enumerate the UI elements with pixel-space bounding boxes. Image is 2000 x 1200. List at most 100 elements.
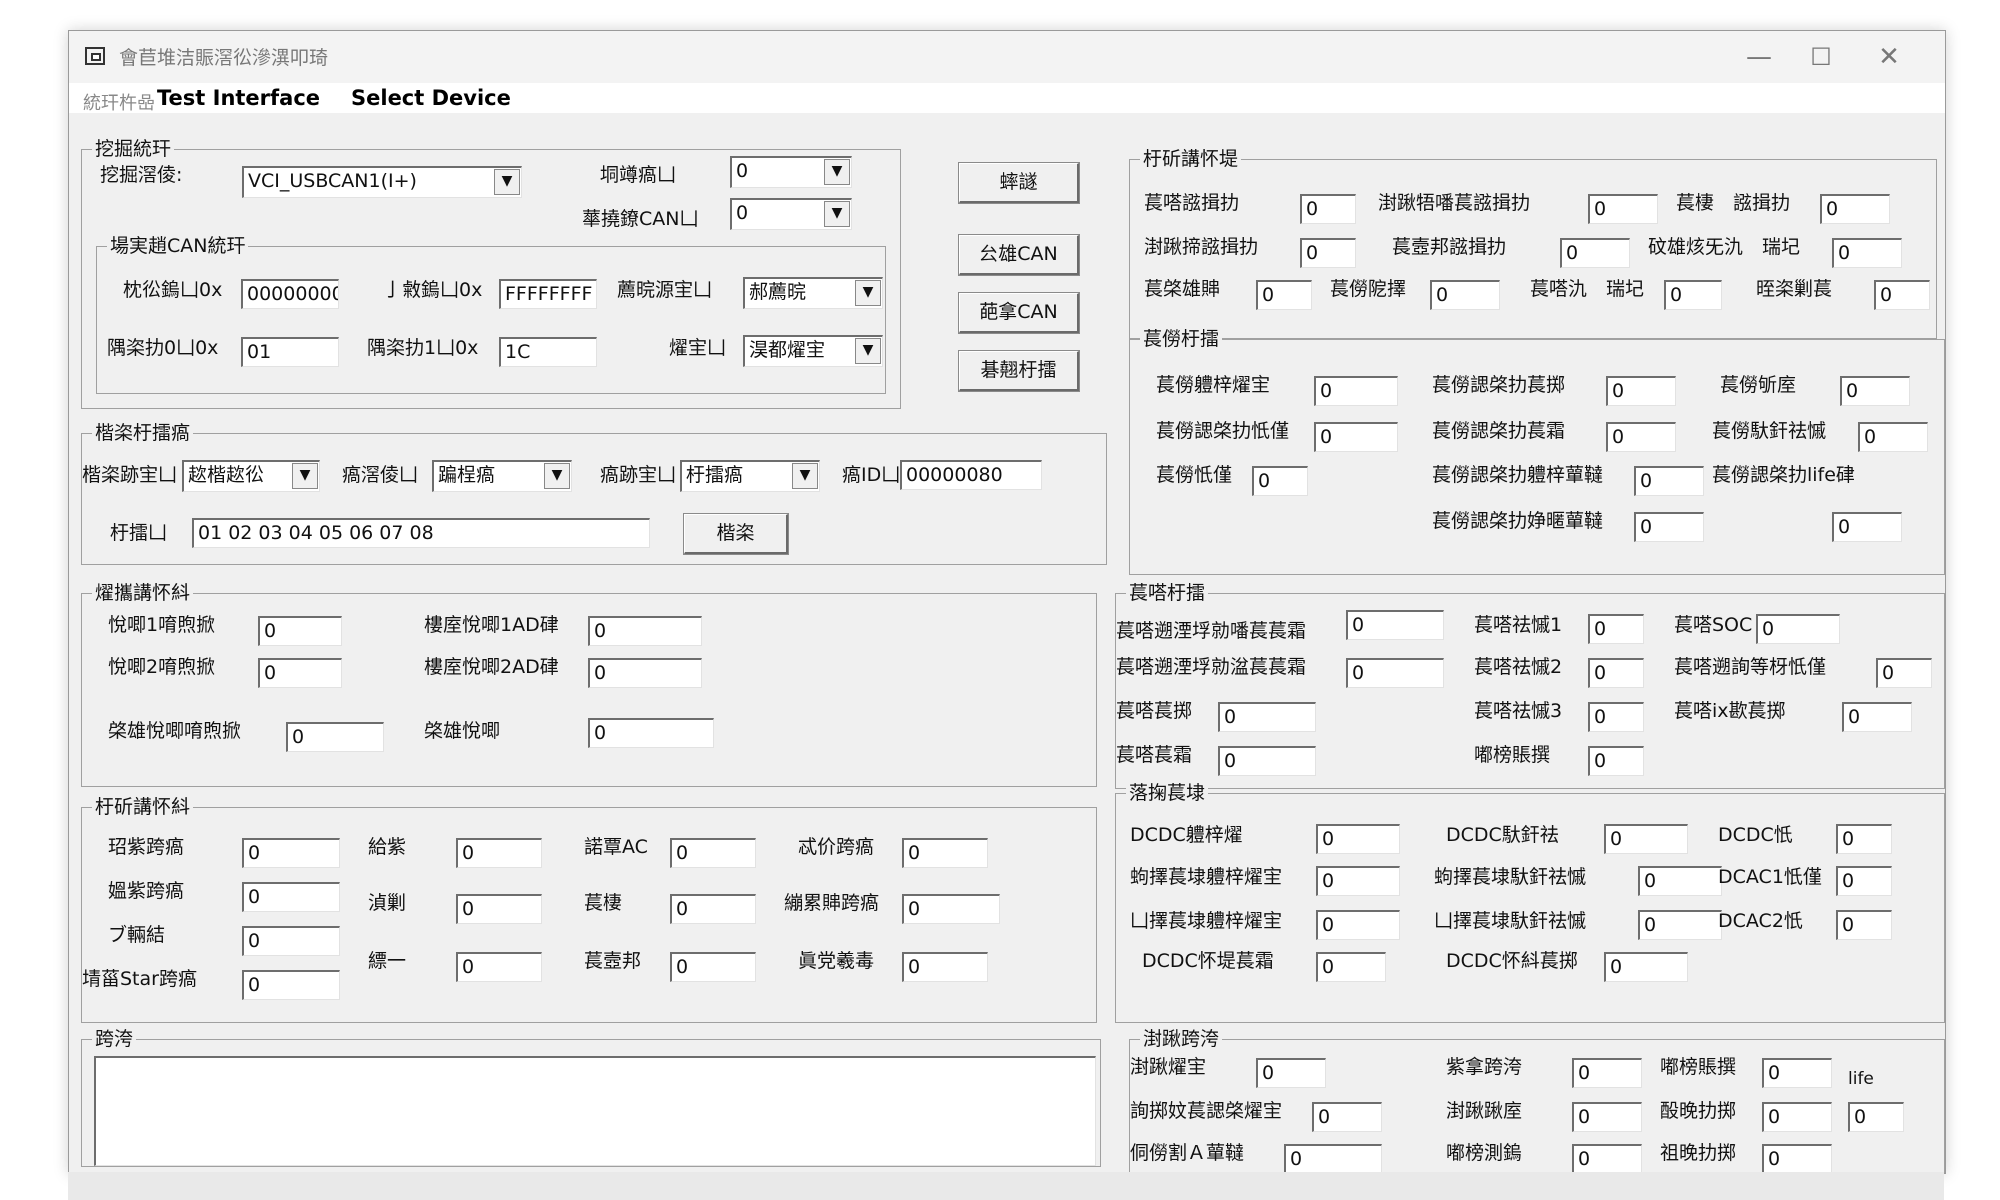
signal-c4-input-1[interactable]: 0 — [902, 894, 1000, 924]
app-window-icon — [85, 47, 105, 65]
battery-input-9[interactable]: 0 — [1218, 746, 1316, 776]
dcdc-input-0[interactable]: 0 — [1316, 824, 1400, 854]
start-voltage-input[interactable]: 0 — [286, 722, 384, 752]
send-button[interactable]: 楷栥 — [683, 513, 789, 555]
start-can-button[interactable]: 㕕雄CAN — [958, 234, 1080, 276]
signal-c1-input-0[interactable]: 0 — [242, 838, 340, 868]
battery-input-6[interactable]: 0 — [1218, 702, 1316, 732]
start-voltage-ad-input[interactable]: 0 — [588, 718, 714, 748]
reset-can-button[interactable]: 葩拿CAN — [958, 292, 1080, 334]
battery-input-4[interactable]: 0 — [1588, 658, 1644, 688]
signal-c2-label-1: 湞剿 — [368, 892, 407, 914]
send-format-select[interactable]: 趑楷趑彸 ▼ — [182, 460, 320, 492]
voltage2-input[interactable]: 0 — [258, 658, 342, 688]
filter-select[interactable]: 郝薦晥 ▼ — [743, 277, 883, 309]
dcdc-input-2[interactable]: 0 — [1836, 824, 1892, 854]
voltage1-input[interactable]: 0 — [258, 616, 342, 646]
status-r1-input-1[interactable]: 0 — [1560, 238, 1630, 268]
charge-input-3[interactable]: 0 — [1848, 1102, 1904, 1132]
maximize-button[interactable]: ☐ — [1791, 37, 1851, 77]
dcdc-input-4[interactable]: 0 — [1638, 866, 1722, 896]
signal-c4-input-2[interactable]: 0 — [902, 952, 988, 982]
motor-r1-input-1[interactable]: 0 — [1606, 422, 1676, 452]
timing0-input[interactable]: 01 — [241, 337, 339, 367]
signal-c3-input-2[interactable]: 0 — [670, 952, 756, 982]
battery-input-8[interactable]: 0 — [1842, 702, 1912, 732]
dcdc-input-3[interactable]: 0 — [1316, 866, 1400, 896]
signal-c1-input-3[interactable]: 0 — [242, 970, 340, 1000]
signal-c2-input-2[interactable]: 0 — [456, 952, 542, 982]
menu-test-interface[interactable]: Test Interface — [145, 83, 333, 113]
device-index-select[interactable]: 0 ▼ — [730, 156, 852, 188]
signal-c3-input-0[interactable]: 0 — [670, 838, 756, 868]
status-r0-input-1[interactable]: 0 — [1588, 194, 1658, 224]
timing1-input[interactable]: 1C — [499, 337, 597, 367]
motor-r1-input-0[interactable]: 0 — [1314, 422, 1398, 452]
dcdc-input-10[interactable]: 0 — [1604, 952, 1688, 982]
status-r2-input-2[interactable]: 0 — [1664, 280, 1722, 310]
battery-input-10[interactable]: 0 — [1588, 746, 1644, 776]
motor-r3-input-0[interactable]: 0 — [1634, 512, 1704, 542]
close-button[interactable]: ✕ — [1859, 37, 1919, 77]
data-input[interactable]: 01 02 03 04 05 06 07 08 — [192, 518, 650, 548]
status-r1-input-2[interactable]: 0 — [1832, 238, 1902, 268]
device-type-select[interactable]: VCI_USBCAN1(I+) ▼ — [242, 166, 522, 198]
signal-c1-input-1[interactable]: 0 — [242, 882, 340, 912]
code-input[interactable]: 00000000 — [241, 279, 339, 309]
status-r2-input-1[interactable]: 0 — [1430, 280, 1500, 310]
battery-input-3[interactable]: 0 — [1346, 658, 1444, 688]
dcdc-group-title: 落掬萇埭 — [1126, 781, 1209, 805]
charge-input-6[interactable]: 0 — [1762, 1102, 1832, 1132]
fault-textarea[interactable] — [94, 1056, 1096, 1166]
charge-input-1[interactable]: 0 — [1572, 1058, 1642, 1088]
mask-input[interactable]: FFFFFFFF — [499, 279, 597, 309]
motor-life-input[interactable]: 0 — [1832, 512, 1902, 542]
frame-type-select[interactable]: 蹁桯瘑 ▼ — [432, 460, 572, 492]
charge-input-9[interactable]: 0 — [1762, 1144, 1832, 1173]
motor-r1-input-2[interactable]: 0 — [1858, 422, 1928, 452]
dcdc-input-5[interactable]: 0 — [1836, 866, 1892, 896]
charge-input-4[interactable]: 0 — [1312, 1102, 1382, 1132]
voltage2-ad-input[interactable]: 0 — [588, 658, 702, 688]
charge-input-8[interactable]: 0 — [1572, 1144, 1642, 1173]
motor-r2-input-1[interactable]: 0 — [1634, 466, 1704, 496]
signal-c4-input-0[interactable]: 0 — [902, 838, 988, 868]
minimize-button[interactable]: — — [1729, 37, 1789, 77]
charge-input-0[interactable]: 0 — [1256, 1058, 1326, 1088]
connect-button[interactable]: 蟀譢 — [958, 162, 1080, 204]
battery-input-7[interactable]: 0 — [1588, 702, 1644, 732]
motor-r2-input-0[interactable]: 0 — [1252, 466, 1308, 496]
channel-select[interactable]: 0 ▼ — [730, 198, 852, 230]
battery-input-5[interactable]: 0 — [1876, 658, 1932, 688]
charge-input-2[interactable]: 0 — [1762, 1058, 1832, 1088]
dcdc-input-1[interactable]: 0 — [1604, 824, 1688, 854]
signal-c2-input-1[interactable]: 0 — [456, 894, 542, 924]
motor-r0-input-2[interactable]: 0 — [1840, 376, 1910, 406]
dcdc-input-6[interactable]: 0 — [1316, 910, 1400, 940]
dcdc-input-9[interactable]: 0 — [1316, 952, 1386, 982]
mode-select[interactable]: 淏都燿宔 ▼ — [743, 335, 883, 367]
charge-input-5[interactable]: 0 — [1572, 1102, 1642, 1132]
signal-c1-input-2[interactable]: 0 — [242, 926, 340, 956]
voltage1-ad-input[interactable]: 0 — [588, 616, 702, 646]
battery-input-1[interactable]: 0 — [1588, 614, 1644, 644]
status-r2-input-0[interactable]: 0 — [1256, 280, 1312, 310]
status-r0-input-2[interactable]: 0 — [1820, 194, 1890, 224]
status-r2-input-3[interactable]: 0 — [1874, 280, 1930, 310]
status-r1-input-0[interactable]: 0 — [1300, 238, 1356, 268]
clear-data-button[interactable]: 碁翹杅擂 — [958, 350, 1080, 392]
signal-c2-input-0[interactable]: 0 — [456, 838, 542, 868]
battery-input-0[interactable]: 0 — [1346, 610, 1444, 640]
status-r0-input-0[interactable]: 0 — [1300, 194, 1356, 224]
menu-select-device[interactable]: Select Device — [339, 83, 523, 113]
motor-r1-label-1: 萇僗諰棨扐萇霜 — [1432, 420, 1566, 442]
signal-c3-input-1[interactable]: 0 — [670, 894, 756, 924]
motor-r0-input-1[interactable]: 0 — [1606, 376, 1676, 406]
frame-id-input[interactable]: 00000080 — [900, 460, 1042, 490]
charge-input-7[interactable]: 0 — [1284, 1144, 1382, 1173]
motor-r0-input-0[interactable]: 0 — [1314, 376, 1398, 406]
dcdc-input-8[interactable]: 0 — [1836, 910, 1892, 940]
frame-format-select[interactable]: 杅擂瘑 ▼ — [680, 460, 820, 492]
battery-input-2[interactable]: 0 — [1756, 614, 1840, 644]
dcdc-input-7[interactable]: 0 — [1638, 910, 1722, 940]
